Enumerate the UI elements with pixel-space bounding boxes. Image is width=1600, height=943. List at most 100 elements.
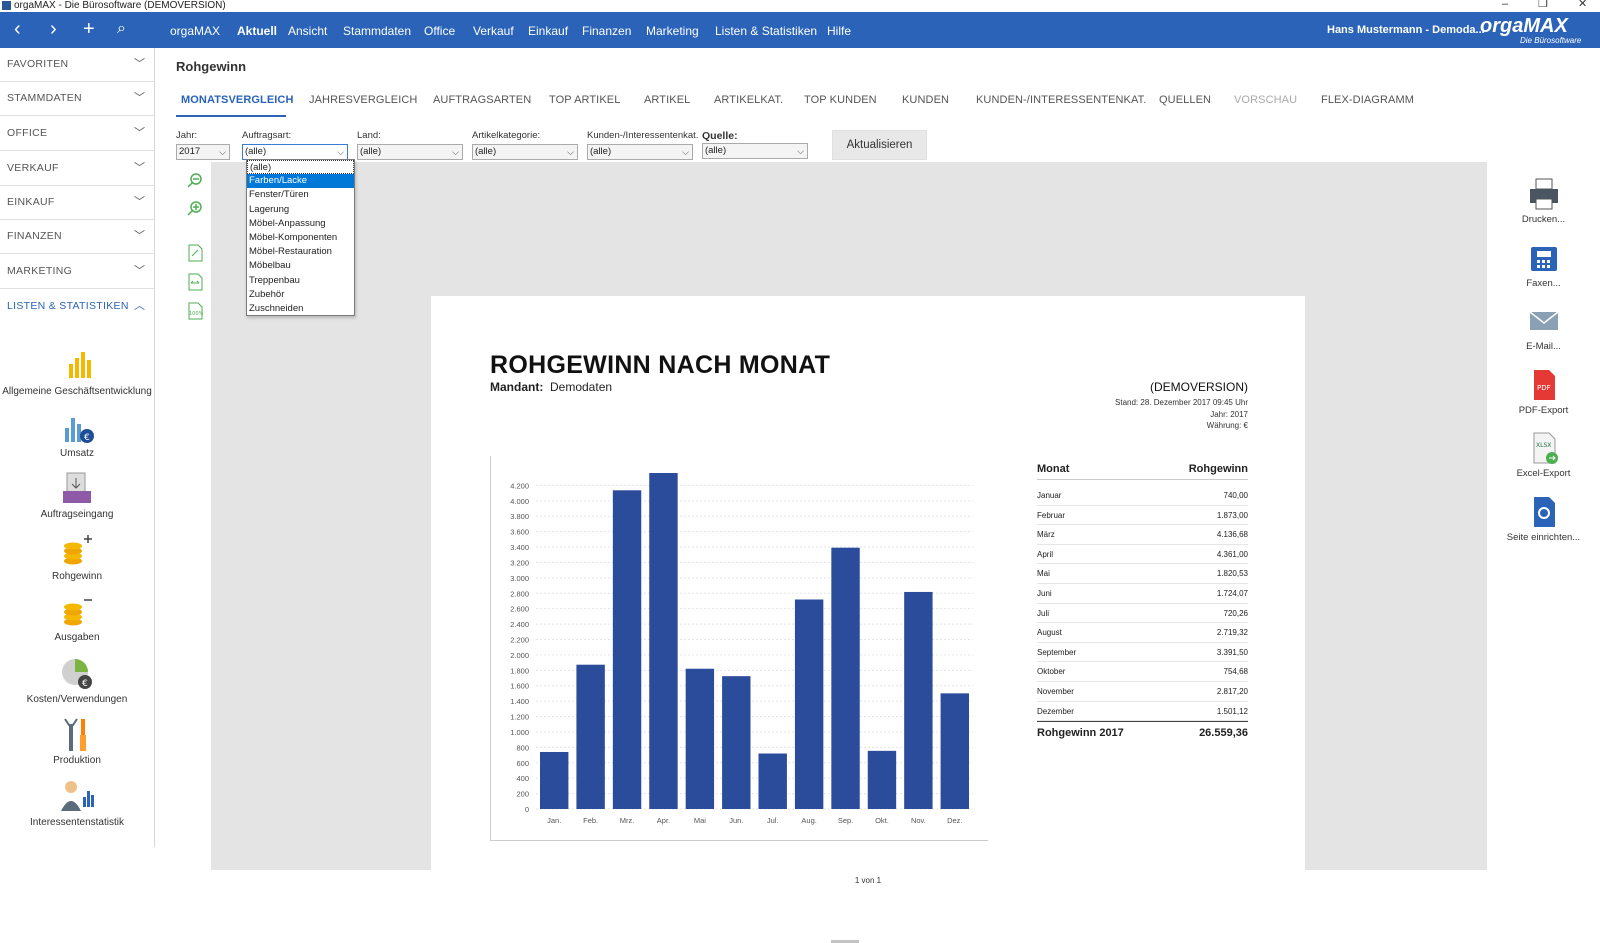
tab-artikel[interactable]: ARTIKEL [644,94,690,106]
y-tick-label: 200 [516,790,529,799]
sidebar-section-finanzen[interactable]: FINANZEN ﹀ [0,220,154,254]
aktualisieren-button[interactable]: Aktualisieren [832,130,927,160]
sidebar-section-einkauf[interactable]: EINKAUF ﹀ [0,186,154,220]
inbox-icon [57,469,97,507]
drucken-button[interactable]: Drucken... [1487,177,1600,225]
sidebar-item-interessentenstatistik[interactable]: Interessentenstatistik [0,777,154,828]
sidebar-item-geschaeftsentwicklung[interactable]: Allgemeine Geschäftsentwicklung [0,346,154,397]
minimize-icon[interactable]: – [1502,0,1508,10]
menu-finanzen[interactable]: Finanzen [582,24,631,38]
sidebar-section-marketing[interactable]: MARKETING ﹀ [0,255,154,289]
dropdown-option[interactable]: Lagerung [247,203,354,217]
table-row: Oktober 754,68 [1037,662,1248,682]
menu-ansicht[interactable]: Ansicht [288,24,327,38]
fit-width-icon[interactable] [186,273,204,291]
sidebar-section-stammdaten[interactable]: STAMMDATEN ﹀ [0,82,154,116]
dropdown-option[interactable]: Zuschneiden [247,302,354,316]
tab-quellen[interactable]: QUELLEN [1159,94,1211,106]
user-name[interactable]: Hans Mustermann - Demoda... [1327,24,1485,36]
tab-auftragsarten[interactable]: AUFTRAGSARTEN [433,94,531,106]
dropdown-option[interactable]: Möbel-Komponenten [247,231,354,245]
quelle-select[interactable]: (alle) ⌵ [702,143,808,159]
sidebar-item-umsatz[interactable]: € Umsatz [0,408,154,459]
sidebar-section-favoriten[interactable]: FAVORITEN ﹀ [0,48,154,82]
section-label: FAVORITEN [7,58,69,70]
auftragsart-select[interactable]: (alle) ⌵ [242,144,348,160]
zoom-100-icon[interactable]: 100% [186,302,204,320]
tab-monatsvergleich[interactable]: MONATSVERGLEICH [181,94,294,106]
back-icon[interactable]: ‹ [14,18,21,40]
window-titlebar: orgaMAX - Die Bürosoftware (DEMOVERSION)… [0,0,1600,12]
bar [685,668,715,809]
row-month: Februar [1037,510,1066,520]
search-icon[interactable]: ⌕ [117,18,126,40]
table-row: März 4.136,68 [1037,525,1248,545]
excel-export-button[interactable]: XLSX Excel-Export [1487,431,1600,479]
sidebar-item-produktion[interactable]: Produktion [0,715,154,766]
restore-icon[interactable]: ❐ [1538,0,1548,10]
seite-einrichten-button[interactable]: Seite einrichten... [1487,495,1600,543]
close-icon[interactable]: ✕ [1578,0,1587,10]
zoom-out-icon[interactable] [186,172,204,190]
svg-text:€: € [82,679,88,689]
report-mandant: Mandant: Demodaten [490,380,612,394]
pdf-export-button[interactable]: PDF PDF-Export [1487,368,1600,416]
dropdown-option[interactable]: Treppenbau [247,274,354,288]
faxen-button[interactable]: Faxen... [1487,241,1600,289]
dropdown-option[interactable]: Möbelbau [247,259,354,273]
menu-einkauf[interactable]: Einkauf [528,24,568,38]
menu-listen-statistiken[interactable]: Listen & Statistiken [715,24,817,38]
land-select[interactable]: (alle) ⌵ [357,144,463,160]
chevron-down-icon: ⌵ [567,147,574,157]
tab-top-artikel[interactable]: TOP ARTIKEL [549,94,620,106]
sidebar-item-auftragseingang[interactable]: Auftragseingang [0,469,154,520]
sidebar-item-label: Kosten/Verwendungen [26,694,128,705]
sidebar-section-verkauf[interactable]: VERKAUF ﹀ [0,152,154,186]
row-month: Januar [1037,491,1062,500]
tab-flex-diagramm[interactable]: FLEX-DIAGRAMM [1321,94,1414,106]
tool-label: Seite einrichten... [1506,532,1581,543]
tab-kunden-interessentenkat[interactable]: KUNDEN-/INTERESSENTENKAT. [976,94,1146,106]
email-button[interactable]: E-Mail... [1487,304,1600,352]
row-month: Oktober [1037,667,1066,677]
sidebar-item-rohgewinn[interactable]: Rohgewinn [0,531,154,582]
sidebar-item-ausgaben[interactable]: Ausgaben [0,592,154,643]
tab-jahresvergleich[interactable]: JAHRESVERGLEICH [309,94,417,106]
sidebar-item-kosten-verwendungen[interactable]: € Kosten/Verwendungen [0,654,154,705]
tool-label: Drucken... [1521,214,1566,225]
menu-hilfe[interactable]: Hilfe [827,24,851,38]
row-value: 3.391,50 [1216,647,1248,657]
menu-office[interactable]: Office [424,24,455,38]
menu-verkauf[interactable]: Verkauf [473,24,514,38]
dropdown-option[interactable]: (alle) [247,160,354,175]
dropdown-option[interactable]: Zubehör [247,288,354,302]
dropdown-option[interactable]: Möbel-Anpassung [247,217,354,231]
tab-top-kunden[interactable]: TOP KUNDEN [804,94,877,106]
filter-quelle: Quelle: (alle) ⌵ [702,130,808,159]
sidebar-section-listen-statistiken[interactable]: LISTEN & STATISTIKEN ︿ [0,290,154,324]
menu-orgamax[interactable]: orgaMAX [170,24,220,38]
artikelkategorie-select[interactable]: (alle) ⌵ [472,144,578,160]
dropdown-option[interactable]: Möbel-Restauration [247,245,354,259]
dropdown-option[interactable]: Farben/Lacke [247,174,354,189]
forward-icon[interactable]: › [50,18,57,40]
add-icon[interactable]: + [83,18,95,40]
filter-kundenkat: Kunden-/Interessentenkat. (alle) ⌵ [587,130,698,160]
kundenkat-select[interactable]: (alle) ⌵ [587,144,693,160]
menu-aktuell[interactable]: Aktuell [237,24,277,38]
fit-page-icon[interactable] [186,244,204,262]
jahr-select[interactable]: 2017 ⌵ [176,144,230,160]
tab-kunden[interactable]: KUNDEN [902,94,949,106]
menu-stammdaten[interactable]: Stammdaten [343,24,411,38]
dropdown-option[interactable]: Fenster/Türen [247,188,354,202]
sidebar-section-office[interactable]: OFFICE ﹀ [0,117,154,151]
y-tick-label: 600 [516,759,529,768]
zoom-in-icon[interactable] [186,200,204,218]
x-tick-label: Jan. [547,816,561,825]
menu-marketing[interactable]: Marketing [646,24,699,38]
bar [649,473,678,809]
filter-label: Quelle: [702,130,738,142]
table-row: Juni 1.724,07 [1037,584,1248,604]
tab-artikelkat[interactable]: ARTIKELKAT. [714,94,783,106]
row-value: 4.361,00 [1216,549,1248,559]
